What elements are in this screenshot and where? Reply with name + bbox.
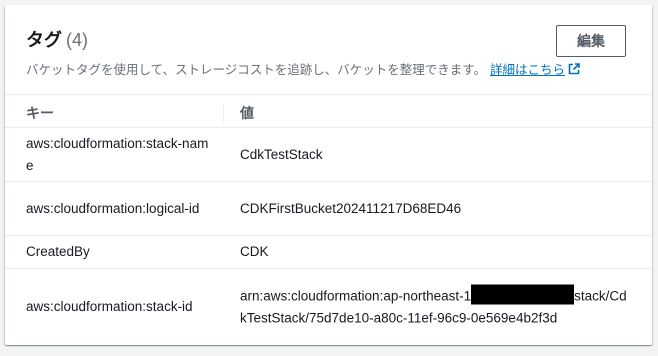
tags-panel: タグ (4) バケットタグを使用して、ストレージコストを追跡し、バケットを整理でき… — [5, 5, 652, 345]
tag-value: CDKFirstBucket202411217D68ED46 — [240, 200, 462, 216]
stack-id-prefix: arn:aws:cloudformation:ap-northeast-1 — [240, 288, 472, 304]
tag-key: aws:cloudformation:stack-name — [26, 135, 209, 173]
column-header-key: キー — [26, 105, 54, 121]
edit-button[interactable]: 編集 — [556, 25, 626, 57]
column-divider — [223, 104, 224, 122]
learn-more-label: 詳細はこちら — [490, 63, 566, 77]
tag-value: CdkTestStack — [240, 146, 323, 162]
redacted-account-id — [471, 284, 575, 305]
table-row: aws:cloudformation:stack-id arn:aws:clou… — [5, 269, 652, 345]
panel-header: タグ (4) バケットタグを使用して、ストレージコストを追跡し、バケットを整理でき… — [5, 5, 652, 95]
title-text: タグ — [26, 30, 62, 50]
panel-title: タグ (4) — [26, 29, 88, 51]
tag-value: arn:aws:cloudformation:ap-northeast-1 sta… — [240, 284, 632, 330]
table-header: キー 値 — [5, 96, 652, 128]
description-text: バケットタグを使用して、ストレージコストを追跡し、バケットを整理できます。 — [26, 63, 487, 77]
tag-value: CDK — [240, 244, 269, 259]
table-row: aws:cloudformation:logical-id CDKFirstBu… — [5, 182, 652, 236]
column-header-value: 値 — [240, 105, 254, 121]
external-link-icon — [568, 63, 580, 75]
tag-count: (4) — [66, 30, 88, 50]
tag-key: aws:cloudformation:logical-id — [26, 200, 200, 216]
learn-more-link[interactable]: 詳細はこちら — [490, 63, 580, 77]
tag-key: CreatedBy — [26, 244, 90, 259]
table-row: aws:cloudformation:stack-name CdkTestSta… — [5, 128, 652, 182]
panel-description: バケットタグを使用して、ストレージコストを追跡し、バケットを整理できます。 詳細は… — [26, 62, 580, 78]
tag-key: aws:cloudformation:stack-id — [26, 299, 193, 314]
table-row: CreatedBy CDK — [5, 236, 652, 269]
